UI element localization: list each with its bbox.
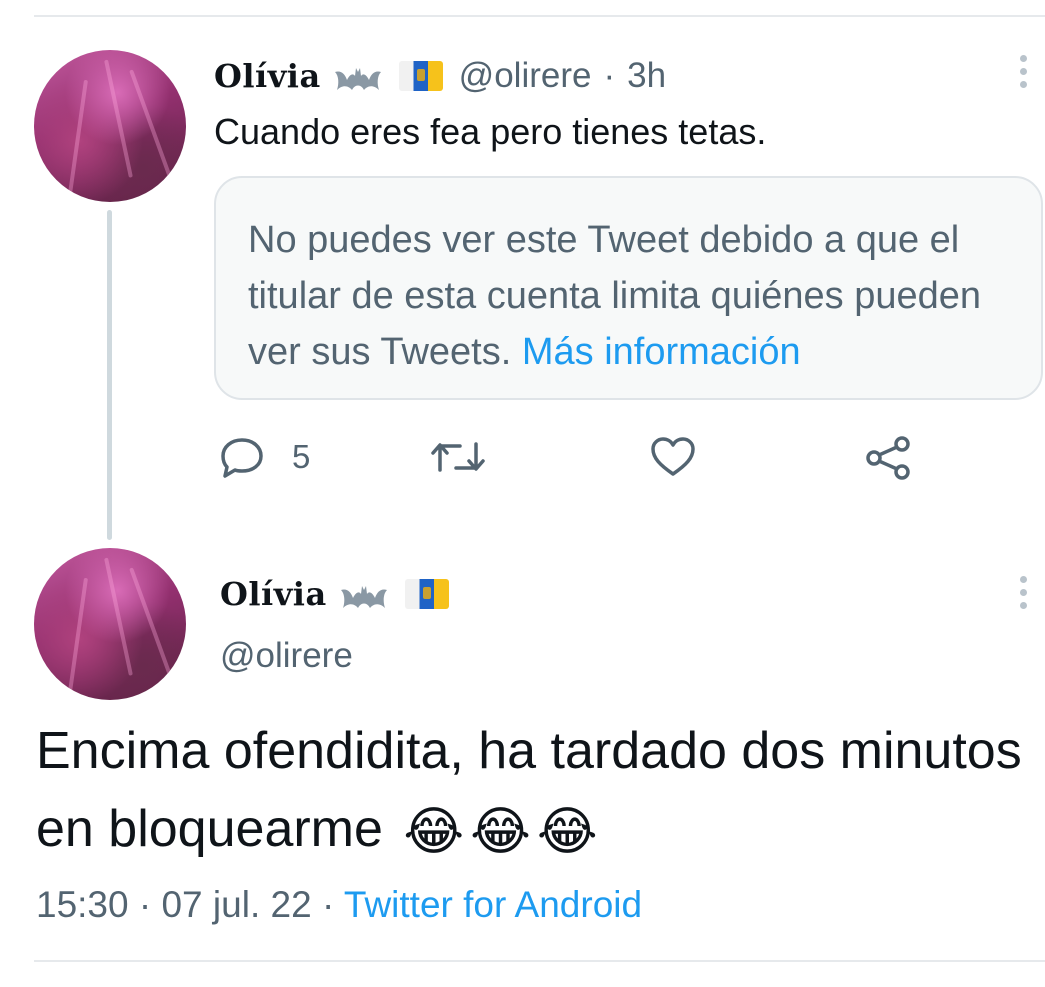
main-tweet-text-block: Encima ofendidita, ha tardado dos minuto… <box>36 712 1026 871</box>
top-divider <box>34 15 1045 17</box>
share-button[interactable] <box>864 436 912 480</box>
avatar[interactable] <box>34 50 186 202</box>
more-info-link[interactable]: Más información <box>522 331 801 373</box>
display-name[interactable]: Olívia <box>214 57 321 95</box>
bat-icon <box>333 60 383 92</box>
retweet-button[interactable] <box>430 436 486 478</box>
emoji: 😂 <box>536 803 598 862</box>
bottom-divider <box>34 960 1045 962</box>
like-button[interactable] <box>650 436 696 478</box>
canary-islands-flag-icon <box>398 61 443 91</box>
reply-count: 5 <box>292 438 311 475</box>
emoji: 😂 <box>470 803 531 862</box>
tweet-source-link[interactable]: Twitter for Android <box>344 884 642 925</box>
meta-separator: · <box>321 884 335 925</box>
tweet-meta: 15:30 · 07 jul. 22 · Twitter for Android <box>36 882 642 928</box>
meta-separator: · <box>138 884 152 925</box>
share-icon <box>866 436 910 480</box>
bat-icon <box>339 578 389 610</box>
tweet-text: Cuando eres fea pero tienes tetas. <box>214 111 767 152</box>
tweet-time[interactable]: 15:30 <box>36 884 129 925</box>
thread-line <box>107 210 112 540</box>
more-vertical-icon[interactable] <box>1020 576 1028 615</box>
display-name[interactable]: Olívia <box>220 575 327 613</box>
avatar[interactable] <box>34 548 186 700</box>
unavailable-tweet-notice: No puedes ver este Tweet debido a que el… <box>214 176 1043 400</box>
handle[interactable]: @olirere <box>220 634 353 678</box>
retweet-icon <box>431 442 485 472</box>
tweet-header: Olívia <box>220 570 449 618</box>
heart-icon <box>651 437 695 476</box>
reply-icon <box>221 438 263 478</box>
tweet-date[interactable]: 07 jul. 22 <box>161 884 311 925</box>
reply-button[interactable]: 5 <box>220 436 310 478</box>
handle[interactable]: @olirere <box>459 56 592 96</box>
more-vertical-icon[interactable] <box>1020 55 1028 94</box>
tweet-header: Olívia @olirere · 3h <box>214 52 666 100</box>
timestamp[interactable]: 3h <box>627 56 666 96</box>
canary-islands-flag-icon <box>404 579 449 609</box>
time-separator: · <box>603 56 616 95</box>
emoji: 😂 <box>403 803 465 862</box>
